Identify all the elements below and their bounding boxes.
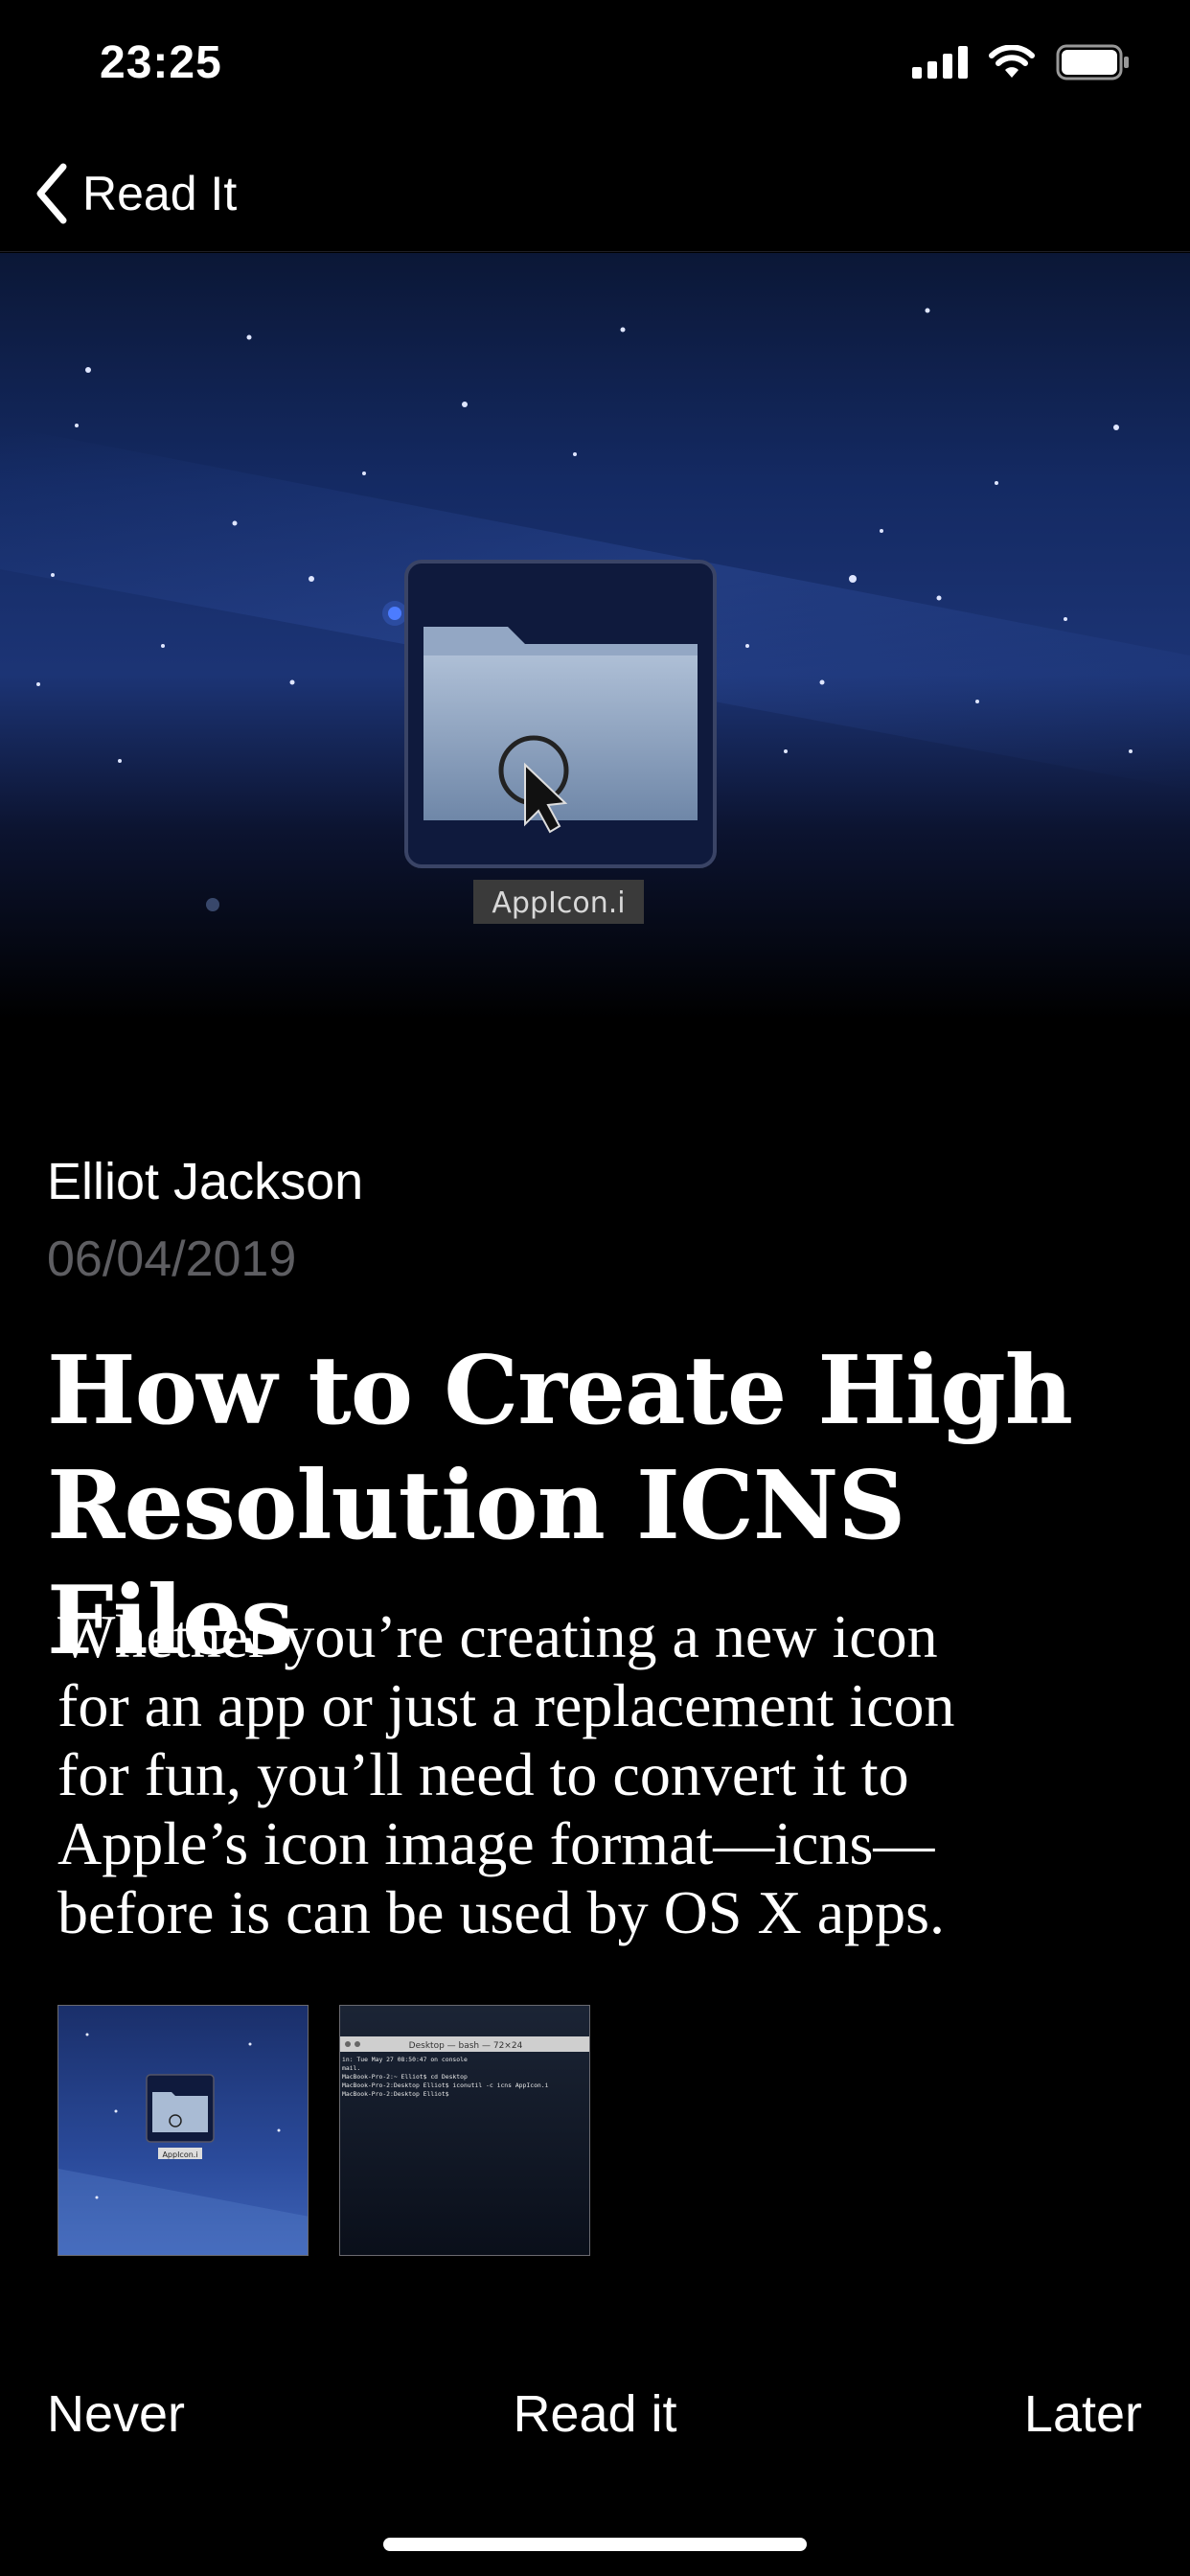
home-indicator[interactable] <box>383 2538 807 2551</box>
terminal-line: MacBook-Pro-2:~ Elliot$ cd Desktop <box>342 2073 468 2081</box>
back-button[interactable]: Read It <box>33 159 237 228</box>
terminal-line: mail. <box>342 2064 360 2072</box>
back-button-label: Read It <box>82 167 238 220</box>
terminal-line: in: Tue May 27 08:50:47 on console <box>342 2056 468 2063</box>
never-button[interactable]: Never <box>47 2384 185 2444</box>
read-it-button[interactable]: Read it <box>513 2385 676 2443</box>
later-button[interactable]: Later <box>1024 2384 1142 2444</box>
wifi-icon <box>989 45 1035 78</box>
navigation-bar: Read It <box>0 144 1190 252</box>
chevron-left-icon <box>36 163 67 224</box>
article-title-line: How to Create High <box>47 1336 1073 1446</box>
article-date: 06/04/2019 <box>47 1231 297 1287</box>
terminal-line: MacBook-Pro-2:Desktop Elliot$ <box>342 2090 449 2098</box>
summary-line: Whether you’re creating a new icon <box>57 1602 938 1670</box>
terminal-line: MacBook-Pro-2:Desktop Elliot$ iconutil -… <box>342 2082 549 2089</box>
thumbnail-folder-screenshot[interactable]: AppIcon.i <box>57 2005 309 2256</box>
article-summary: Whether you’re creating a new icon for a… <box>57 1602 1150 1947</box>
battery-icon <box>1056 44 1129 80</box>
article-author: Elliot Jackson <box>47 1153 364 1210</box>
terminal-window-title: Desktop — bash — 72×24 <box>409 2041 523 2051</box>
status-bar: 23:25 <box>0 0 1190 134</box>
hero-illustration: AppIcon.i <box>0 253 1190 1020</box>
summary-line: before is can be used by OS X apps. <box>57 1878 945 1946</box>
thumbnail-file-label: AppIcon.i <box>162 2150 197 2159</box>
thumbnail-terminal-screenshot[interactable]: Desktop — bash — 72×24 in: Tue May 27 08… <box>339 2005 590 2256</box>
hero-file-label: AppIcon.i <box>492 886 625 920</box>
thumbnail-image: AppIcon.i <box>58 2006 308 2255</box>
cellular-signal-icon <box>912 46 968 79</box>
summary-line: Apple’s icon image format—icns— <box>57 1809 935 1877</box>
status-icons <box>912 44 1131 80</box>
summary-line: for an app or just a replacement icon <box>57 1671 955 1739</box>
thumbnail-image: Desktop — bash — 72×24 in: Tue May 27 08… <box>340 2006 589 2255</box>
hero-image: AppIcon.i <box>0 253 1190 1020</box>
summary-line: for fun, you’ll need to convert it to <box>57 1740 909 1808</box>
status-time: 23:25 <box>100 37 222 88</box>
